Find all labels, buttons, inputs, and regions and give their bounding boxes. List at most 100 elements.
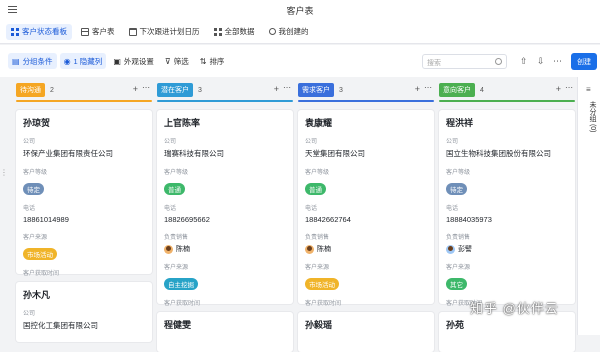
download-icon[interactable]: ⇩ (537, 56, 545, 67)
customer-card[interactable]: 程健雯 (157, 312, 293, 352)
field-label: 负责销售 (305, 235, 330, 241)
sales-name: 彭譬 (458, 246, 472, 253)
column-accent (298, 100, 434, 102)
sales-person: 陈楠 (164, 244, 286, 254)
level-tag: 普通 (164, 183, 185, 195)
tab-table[interactable]: 客户表 (76, 24, 120, 40)
add-card-icon[interactable]: + (133, 84, 138, 94)
table-icon (81, 27, 89, 36)
source-tag: 市场活动 (23, 248, 57, 260)
field-label: 客户获取时间 (305, 301, 342, 307)
column-header: 需求客户 3 + ⋯ (298, 83, 434, 97)
tab-all-data[interactable]: 全部数据 (209, 24, 260, 40)
level-tag: 待定 (446, 183, 467, 195)
field-label: 电话 (446, 206, 459, 212)
customer-card[interactable]: 孙琼贺 公司 环保产业集团有限责任公司 客户等级 待定 电话 188610149… (16, 110, 152, 289)
column-potential: 潜在客户 3 + ⋯ (157, 83, 293, 102)
column-demand: 需求客户 3 + ⋯ (298, 83, 434, 102)
column-intent: 意向客户 4 + ⋯ (439, 83, 575, 102)
sales-name: 陈楠 (317, 246, 331, 253)
field-label: 客户来源 (164, 265, 189, 271)
sort-label: 排序 (209, 56, 225, 66)
more-icon[interactable]: ⋯ (142, 83, 150, 92)
customer-card[interactable]: 程洪祥 公司 国立生物科技集团股份有限公司 客户等级 待定 电话 1888403… (439, 110, 575, 319)
customer-card[interactable]: 袁康耀 公司 天堂集团有限公司 客户等级 普通 电话 18842662764 负… (298, 110, 434, 319)
filter-button[interactable]: ⊽ 筛选 (161, 53, 193, 69)
watermark: 知乎 @伙伴云 (470, 301, 559, 316)
create-button[interactable]: 创建 (571, 53, 597, 70)
card-name: 程健雯 (164, 320, 192, 330)
sort-icon: ⇅ (199, 56, 207, 66)
filter-label: 筛选 (173, 56, 189, 66)
view-tabs: 客户状态看板 客户表 下次跟进计划日历 全部数据 我创建的 (0, 20, 600, 44)
tab-label: 客户状态看板 (22, 27, 67, 36)
phone-value: 18826695662 (164, 215, 210, 224)
field-label: 电话 (23, 206, 36, 212)
phone-value: 18884035973 (446, 215, 492, 224)
menu-icon[interactable] (8, 6, 17, 14)
grid-icon (213, 27, 222, 36)
column-badge: 潜在客户 (157, 83, 193, 97)
add-card-icon[interactable]: + (556, 84, 561, 94)
field-label: 电话 (164, 206, 177, 212)
more-icon[interactable]: ⋯ (565, 83, 573, 92)
customer-card[interactable]: 孙毅瑶 (298, 312, 434, 352)
customer-card[interactable]: 上官陈率 公司 瑞赛科技有限公司 客户等级 普通 电话 18826695662 … (157, 110, 293, 319)
appearance-icon: ▣ (113, 56, 121, 66)
card-name: 孙苑 (446, 320, 465, 330)
company-value: 国控化工集团有限公司 (23, 321, 98, 330)
field-label: 公司 (305, 139, 318, 145)
column-accent (157, 100, 293, 102)
avatar (446, 244, 455, 254)
customer-card[interactable]: 孙苑 (439, 312, 575, 352)
column-badge: 待沟通 (16, 83, 45, 97)
add-card-icon[interactable]: + (415, 84, 420, 94)
customer-card[interactable]: 孙木凡 公司 国控化工集团有限公司 (16, 282, 152, 342)
title-bar: 客户表 (0, 0, 600, 20)
column-pending: 待沟通 2 + ⋯ (16, 83, 152, 102)
hidden-columns-button[interactable]: ◉ 1 隐藏列 (59, 53, 107, 69)
field-label: 客户获取时间 (164, 301, 201, 307)
sort-button[interactable]: ⇅ 排序 (196, 53, 229, 69)
column-header: 待沟通 2 + ⋯ (16, 83, 152, 97)
eye-icon: ◉ (63, 56, 71, 66)
search-input[interactable]: 搜索 (422, 54, 507, 69)
tab-calendar[interactable]: 下次跟进计划日历 (124, 24, 205, 40)
search-placeholder: 搜索 (427, 60, 441, 67)
card-name: 孙琼贺 (23, 118, 51, 128)
more-icon[interactable]: ⋯ (424, 83, 432, 92)
avatar (164, 244, 173, 254)
field-label: 负责销售 (164, 235, 189, 241)
ungrouped-panel[interactable]: ≡ 未分组 (0) (577, 77, 600, 335)
field-label: 客户来源 (446, 265, 471, 271)
calendar-icon (128, 27, 137, 36)
window-title: 客户表 (286, 5, 314, 16)
company-value: 天堂集团有限公司 (305, 149, 365, 158)
appearance-label: 外观设置 (123, 56, 154, 66)
column-count: 3 (198, 86, 202, 94)
company-value: 国立生物科技集团股份有限公司 (446, 149, 551, 158)
field-label: 客户等级 (446, 170, 471, 176)
more-icon[interactable]: ⋯ (553, 56, 562, 67)
phone-value: 18842662764 (305, 215, 351, 224)
sales-name: 陈楠 (176, 246, 190, 253)
filter-icon: ⊽ (164, 56, 171, 66)
column-count: 3 (339, 86, 343, 94)
upload-icon[interactable]: ⇧ (520, 56, 528, 67)
group-button[interactable]: ▤ 分组条件 (8, 53, 57, 69)
tab-my-created[interactable]: 我创建的 (264, 24, 314, 40)
more-icon[interactable]: ⋯ (283, 83, 291, 92)
field-label: 电话 (305, 206, 318, 212)
column-badge: 意向客户 (439, 83, 475, 97)
appearance-button[interactable]: ▣ 外观设置 (109, 53, 158, 69)
level-tag: 待定 (23, 183, 44, 195)
column-count: 2 (50, 86, 54, 94)
column-accent (16, 100, 152, 102)
add-card-icon[interactable]: + (274, 84, 279, 94)
column-badge: 需求客户 (298, 83, 334, 97)
field-label: 客户等级 (164, 170, 189, 176)
search-icon (495, 58, 502, 65)
drag-handle-icon[interactable]: ⋮ (0, 168, 8, 182)
company-value: 环保产业集团有限责任公司 (23, 149, 113, 158)
tab-kanban[interactable]: 客户状态看板 (6, 23, 72, 40)
